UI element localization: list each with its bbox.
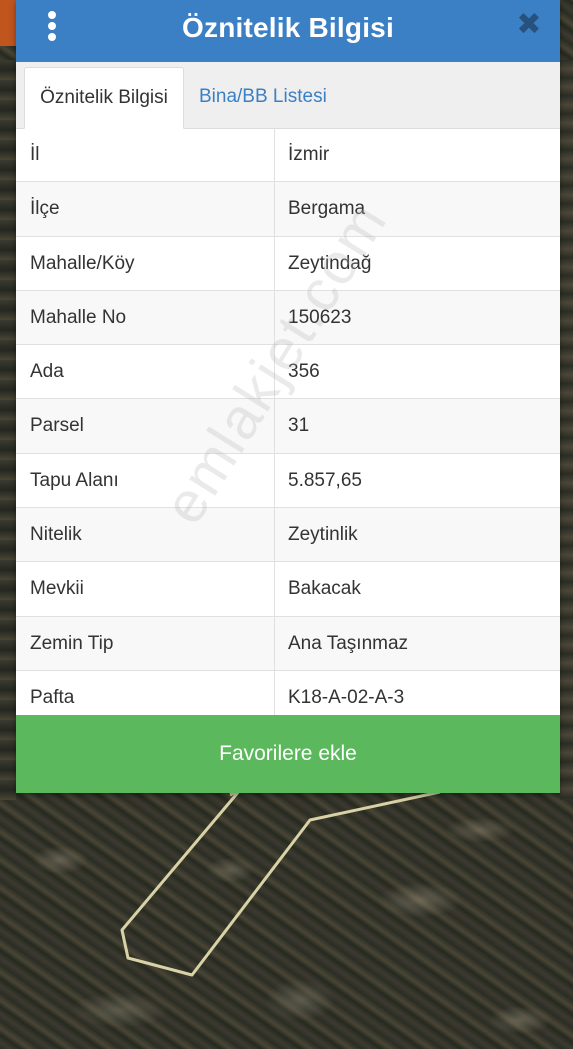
attribute-value: Zeytinlik: [288, 524, 358, 546]
attribute-value: Bakacak: [288, 578, 361, 600]
attribute-value: 356: [288, 361, 320, 383]
attribute-value: Zeytindağ: [288, 252, 372, 274]
map-right-edge: [560, 60, 573, 800]
attribute-table: İl İzmir İlçe Bergama Mahalle/Köy Zeytin…: [16, 128, 560, 726]
attribute-value: 31: [288, 415, 310, 437]
table-row: Zemin Tip Ana Taşınmaz: [16, 616, 560, 671]
attribute-value: Ana Taşınmaz: [288, 632, 409, 654]
dialog-title: Öznitelik Bilgisi: [182, 12, 394, 43]
dialog-header: Öznitelik Bilgisi ✖: [16, 0, 560, 62]
table-row: Mevkii Bakacak: [16, 562, 560, 617]
attribute-key: Tapu Alanı: [30, 469, 119, 491]
attribute-key: Mahalle/Köy: [30, 252, 135, 274]
table-row: Parsel 31: [16, 399, 560, 454]
table-row: Nitelik Zeytinlik: [16, 508, 560, 563]
attribute-key: Mahalle No: [30, 306, 127, 328]
attribute-key: Mevkii: [30, 578, 84, 600]
attribute-key: İlçe: [30, 198, 60, 220]
attribute-dialog: Öznitelik Bilgisi ✖ Öznitelik Bilgisi Bi…: [16, 0, 560, 793]
attribute-value: Bergama: [288, 198, 366, 220]
add-to-favorites-button[interactable]: Favorilere ekle: [16, 715, 560, 793]
tab-building-list[interactable]: Bina/BB Listesi: [199, 67, 327, 127]
tab-attribute-info[interactable]: Öznitelik Bilgisi: [24, 67, 184, 129]
attribute-key: Parsel: [30, 415, 84, 437]
table-row: Mahalle No 150623: [16, 290, 560, 346]
attribute-key: Nitelik: [30, 524, 82, 546]
map-left-edge: [0, 60, 16, 800]
table-row: Ada 356: [16, 345, 560, 400]
table-row: İlçe Bergama: [16, 182, 560, 237]
table-row: İl İzmir: [16, 128, 560, 183]
map-marker-strip: [0, 0, 16, 46]
table-row: Mahalle/Köy Zeytindağ: [16, 236, 560, 291]
table-row: Tapu Alanı 5.857,65: [16, 453, 560, 509]
attribute-value: İzmir: [288, 144, 330, 165]
close-icon[interactable]: ✖: [516, 10, 542, 40]
attribute-value: 5.857,65: [288, 469, 362, 491]
tab-bar: Öznitelik Bilgisi Bina/BB Listesi: [16, 62, 560, 129]
attribute-key: Zemin Tip: [30, 632, 114, 654]
attribute-key: İl: [30, 144, 40, 165]
attribute-key: Ada: [30, 361, 64, 383]
attribute-value: 150623: [288, 306, 352, 328]
